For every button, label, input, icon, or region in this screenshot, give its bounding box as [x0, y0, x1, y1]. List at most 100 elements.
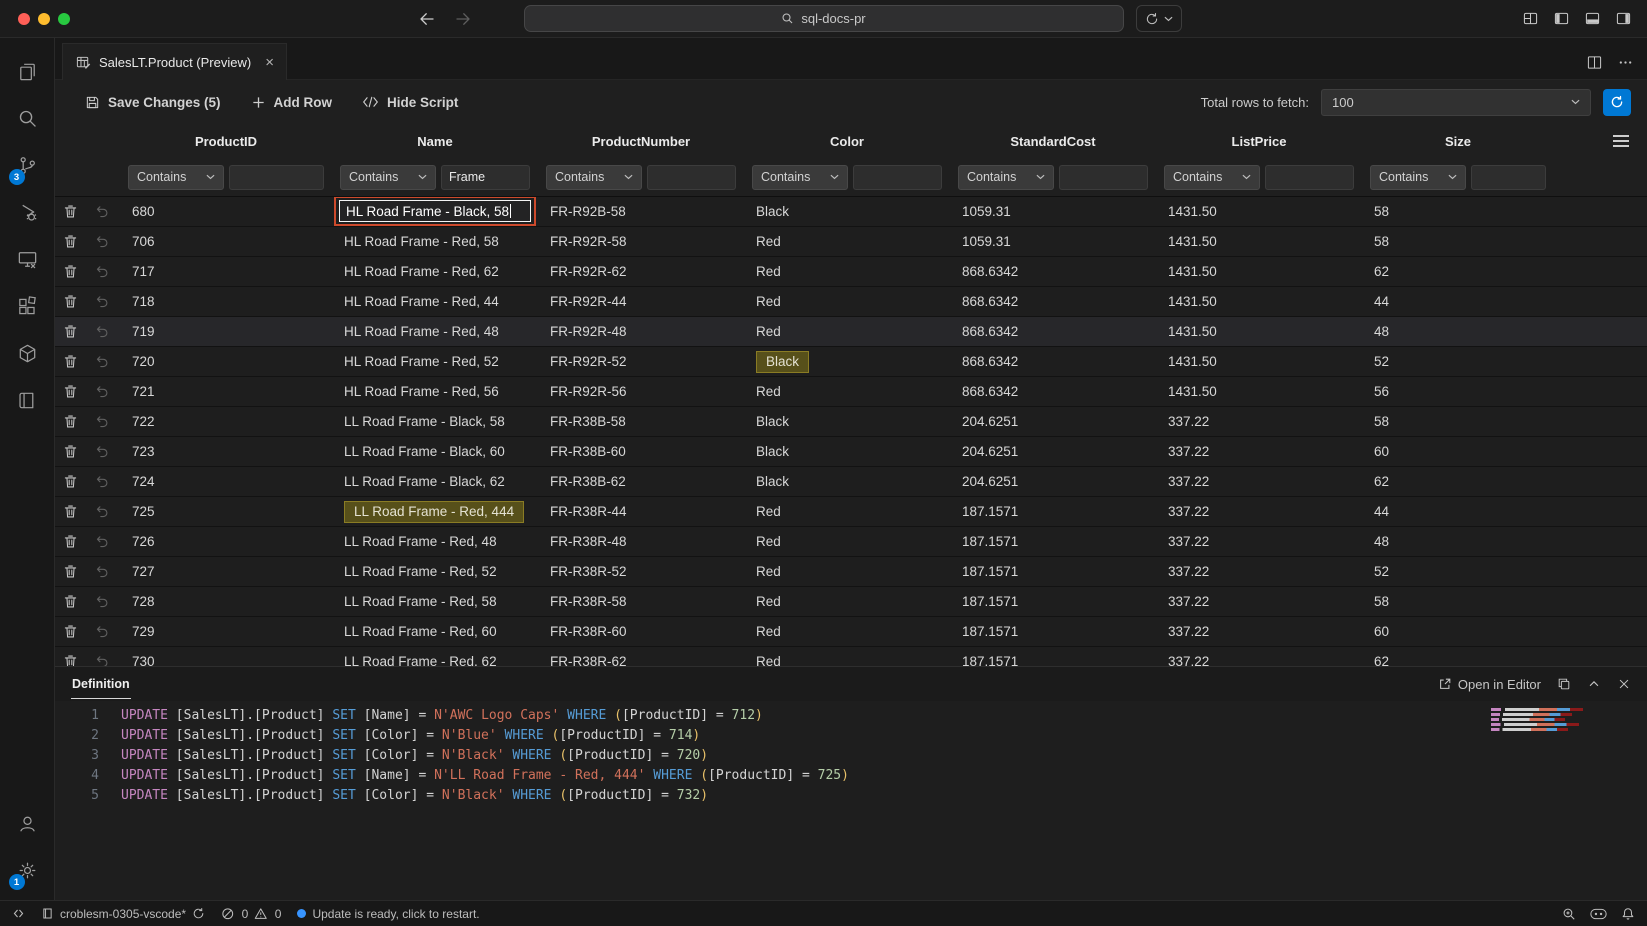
filter-value-input[interactable] [229, 165, 324, 190]
cell-listprice[interactable]: 337.22 [1156, 647, 1362, 666]
cell-color[interactable]: Red [744, 647, 950, 666]
cell-standardcost[interactable]: 187.1571 [950, 647, 1156, 666]
cell-listprice[interactable]: 1431.50 [1156, 317, 1362, 347]
repository-indicator[interactable]: croblesm-0305-vscode* [41, 907, 205, 921]
delete-row-button[interactable] [55, 617, 85, 647]
tab-close-icon[interactable]: × [265, 55, 274, 70]
delete-row-button[interactable] [55, 437, 85, 467]
filter-operator-select[interactable]: Contains [958, 165, 1054, 190]
more-actions-icon[interactable] [1618, 55, 1633, 70]
cell-color[interactable]: Red [744, 287, 950, 317]
revert-row-button[interactable] [85, 617, 120, 647]
revert-row-button[interactable] [85, 557, 120, 587]
table-row[interactable]: 717HL Road Frame - Red, 62FR-R92R-62Red8… [55, 257, 1647, 287]
cell-listprice[interactable]: 337.22 [1156, 407, 1362, 437]
cell-productnumber[interactable]: FR-R38R-44 [538, 497, 744, 527]
table-row[interactable]: 723LL Road Frame - Black, 60FR-R38B-60Bl… [55, 437, 1647, 467]
cell-productid[interactable]: 728 [120, 587, 332, 617]
delete-row-button[interactable] [55, 257, 85, 287]
cell-name[interactable]: HL Road Frame - Red, 58 [332, 227, 538, 257]
cell-productnumber[interactable]: FR-R92R-48 [538, 317, 744, 347]
cell-listprice[interactable]: 1431.50 [1156, 257, 1362, 287]
cell-standardcost[interactable]: 204.6251 [950, 407, 1156, 437]
filter-operator-select[interactable]: Contains [1164, 165, 1260, 190]
delete-row-button[interactable] [55, 557, 85, 587]
cell-standardcost[interactable]: 204.6251 [950, 437, 1156, 467]
cell-listprice[interactable]: 337.22 [1156, 587, 1362, 617]
activity-database-projects[interactable] [0, 330, 55, 377]
cell-size[interactable]: 44 [1362, 497, 1554, 527]
filter-operator-select[interactable]: Contains [752, 165, 848, 190]
save-changes-button[interactable]: Save Changes (5) [85, 95, 221, 110]
activity-extensions[interactable] [0, 283, 55, 330]
delete-row-button[interactable] [55, 347, 85, 377]
cell-listprice[interactable]: 337.22 [1156, 617, 1362, 647]
cell-size[interactable]: 58 [1362, 407, 1554, 437]
cell-productid[interactable]: 720 [120, 347, 332, 377]
update-ready-message[interactable]: Update is ready, click to restart. [297, 907, 479, 921]
cell-color[interactable]: Red [744, 377, 950, 407]
cell-color[interactable]: Red [744, 317, 950, 347]
cell-standardcost[interactable]: 187.1571 [950, 587, 1156, 617]
activity-accounts[interactable] [0, 800, 55, 847]
copy-icon[interactable] [1557, 677, 1571, 691]
cell-name[interactable]: LL Road Frame - Black, 60 [332, 437, 538, 467]
cell-standardcost[interactable]: 204.6251 [950, 467, 1156, 497]
column-header-productnumber[interactable]: ProductNumber [538, 124, 744, 158]
cell-listprice[interactable]: 1431.50 [1156, 287, 1362, 317]
cell-productid[interactable]: 724 [120, 467, 332, 497]
cell-name[interactable]: LL Road Frame - Black, 62 [332, 467, 538, 497]
delete-row-button[interactable] [55, 377, 85, 407]
cell-productid[interactable]: 725 [120, 497, 332, 527]
cell-color[interactable]: Red [744, 257, 950, 287]
cell-productid[interactable]: 726 [120, 527, 332, 557]
delete-row-button[interactable] [55, 647, 85, 666]
filter-operator-select[interactable]: Contains [1370, 165, 1466, 190]
grid-menu-icon[interactable] [1613, 135, 1629, 147]
table-row[interactable]: 720HL Road Frame - Red, 52FR-R92R-52Blac… [55, 347, 1647, 377]
cell-name[interactable]: HL Road Frame - Red, 48 [332, 317, 538, 347]
activity-source-control[interactable]: 3 [0, 142, 55, 189]
cell-productnumber[interactable]: FR-R38B-60 [538, 437, 744, 467]
cell-color[interactable]: Black [744, 467, 950, 497]
revert-row-button[interactable] [85, 257, 120, 287]
problems-indicator[interactable]: 0 0 [221, 907, 281, 921]
total-rows-select[interactable]: 100 [1321, 89, 1591, 116]
cell-productnumber[interactable]: FR-R38R-52 [538, 557, 744, 587]
cell-name[interactable]: LL Road Frame - Black, 58 [332, 407, 538, 437]
table-row[interactable]: 719HL Road Frame - Red, 48FR-R92R-48Red8… [55, 317, 1647, 347]
cell-size[interactable]: 58 [1362, 587, 1554, 617]
cell-productnumber[interactable]: FR-R38B-62 [538, 467, 744, 497]
cell-color[interactable]: Black [744, 437, 950, 467]
filter-value-input[interactable] [647, 165, 736, 190]
cell-color[interactable]: Red [744, 227, 950, 257]
cell-productid[interactable]: 717 [120, 257, 332, 287]
chevron-up-icon[interactable] [1587, 677, 1601, 691]
column-header-size[interactable]: Size [1362, 124, 1554, 158]
cell-size[interactable]: 52 [1362, 557, 1554, 587]
cell-productid[interactable]: 719 [120, 317, 332, 347]
activity-search[interactable] [0, 95, 55, 142]
cell-listprice[interactable]: 1431.50 [1156, 347, 1362, 377]
activity-explorer[interactable] [0, 48, 55, 95]
cell-size[interactable]: 48 [1362, 527, 1554, 557]
cell-standardcost[interactable]: 868.6342 [950, 377, 1156, 407]
cell-name[interactable]: HL Road Frame - Red, 62 [332, 257, 538, 287]
table-row[interactable]: 718HL Road Frame - Red, 44FR-R92R-44Red8… [55, 287, 1647, 317]
cell-name[interactable]: HL Road Frame - Black, 58 [332, 197, 538, 227]
toggle-panel-icon[interactable] [1585, 11, 1600, 26]
search-box[interactable]: sql-docs-pr [524, 5, 1124, 32]
cell-size[interactable]: 58 [1362, 197, 1554, 227]
table-row[interactable]: 725LL Road Frame - Red, 444FR-R38R-44Red… [55, 497, 1647, 527]
cell-productnumber[interactable]: FR-R38R-62 [538, 647, 744, 666]
cell-productid[interactable]: 722 [120, 407, 332, 437]
cell-color[interactable]: Black [744, 197, 950, 227]
close-panel-icon[interactable] [1617, 677, 1631, 691]
revert-row-button[interactable] [85, 467, 120, 497]
delete-row-button[interactable] [55, 497, 85, 527]
delete-row-button[interactable] [55, 407, 85, 437]
filter-value-input[interactable] [1059, 165, 1148, 190]
cell-name[interactable]: LL Road Frame - Red, 58 [332, 587, 538, 617]
table-row[interactable]: 728LL Road Frame - Red, 58FR-R38R-58Red1… [55, 587, 1647, 617]
cell-color[interactable]: Red [744, 557, 950, 587]
